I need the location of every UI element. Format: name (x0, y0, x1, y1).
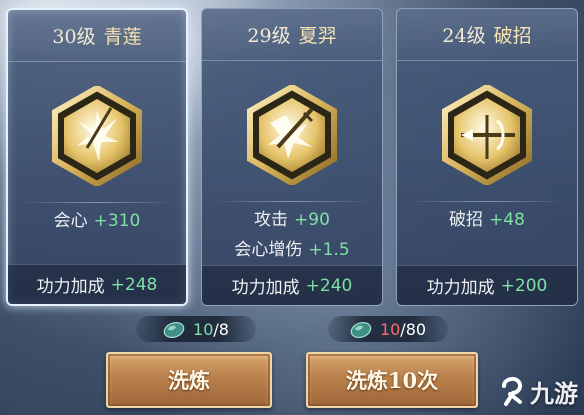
stat-value: +1.5 (308, 240, 350, 260)
bonus-value: +240 (305, 275, 353, 296)
stat-value: +90 (294, 210, 330, 230)
bonus-value: +200 (500, 275, 548, 296)
nine-game-logo-icon (502, 376, 523, 406)
card-bonus: 功力加成 +240 (202, 265, 382, 305)
refine-once-button[interactable]: 洗炼 (106, 352, 272, 408)
card-level: 29级 (247, 25, 291, 47)
cross-blade-icon (442, 85, 532, 185)
sword-strike-icon (247, 85, 337, 185)
watermark-text: 九游 (530, 379, 578, 408)
card-bonus: 功力加成 +248 (8, 264, 186, 304)
stat-line: 破招 +48 (449, 205, 525, 235)
card-divider (214, 201, 370, 202)
refine-card-1[interactable]: 30级 青莲 会心 +310 功力加成 +248 (6, 8, 188, 306)
refine-ten-button[interactable]: 洗炼10次 (306, 352, 478, 408)
stat-label: 会心增伤 (234, 240, 303, 260)
card-divider (409, 201, 565, 202)
cost-have: 10 (193, 319, 214, 339)
watermark-logo: 九游 (500, 371, 578, 411)
card-stats: 破招 +48 (397, 205, 577, 235)
card-stats: 会心 +310 (8, 206, 186, 236)
card-name: 青莲 (103, 26, 142, 48)
stat-line: 会心增伤 +1.5 (234, 235, 349, 265)
refine-card-3[interactable]: 24级 破招 破招 +48 功力加成 +200 (396, 8, 578, 306)
bonus-value: +248 (110, 274, 158, 295)
card-header: 30级 青莲 (8, 10, 186, 62)
stat-label: 破招 (449, 210, 484, 230)
cost-have: 10 (379, 319, 401, 339)
card-stats: 攻击 +90 会心增伤 +1.5 (202, 205, 382, 265)
cost-need: /80 (400, 319, 427, 339)
card-header: 29级 夏羿 (202, 9, 382, 61)
stat-label: 会心 (53, 211, 88, 231)
cost-need: /8 (213, 319, 229, 339)
refine-card-2[interactable]: 29级 夏羿 攻击 +90 会心增伤 +1.5 功力加成 +240 (201, 8, 383, 306)
card-divider (20, 202, 174, 203)
card-level: 30级 (52, 26, 96, 48)
bonus-label: 功力加成 (36, 277, 105, 297)
stat-label: 攻击 (254, 210, 289, 230)
stat-line: 会心 +310 (54, 206, 141, 236)
card-name: 夏羿 (298, 25, 337, 47)
bonus-label: 功力加成 (426, 278, 495, 298)
stat-line: 攻击 +90 (254, 205, 330, 235)
card-level: 24级 (442, 25, 486, 47)
jade-stone-icon (163, 321, 185, 338)
refine-cost-ten: 10/80 (328, 316, 448, 342)
card-bonus: 功力加成 +200 (397, 265, 577, 305)
burst-sword-icon (52, 86, 142, 186)
card-name: 破招 (493, 25, 532, 47)
card-header: 24级 破招 (397, 9, 577, 61)
jade-stone-icon (350, 321, 372, 338)
stat-value: +48 (489, 210, 525, 230)
stat-value: +310 (93, 211, 141, 231)
refine-cost-once: 10/8 (136, 316, 256, 342)
bonus-label: 功力加成 (231, 278, 300, 298)
